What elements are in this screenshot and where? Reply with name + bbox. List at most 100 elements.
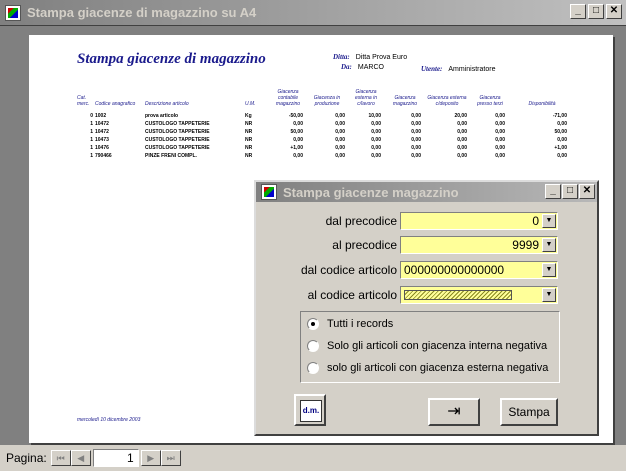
table-row: 1 790466 PINZE FRENI COMPL. NR 0,00 0,00 0,00 0… [77,153,577,161]
table-row: 1 10473 CUSTOLOGO TAPPETERIE NR 0,00 0,00 0,00… [77,137,577,145]
next-page-button[interactable]: ▶ [140,450,161,466]
col-header: Descrizione articolo [145,101,189,107]
first-page-button[interactable]: ⏮ [50,450,71,466]
chevron-down-icon[interactable]: ▼ [542,214,556,228]
table-cell: 0,00 [411,137,421,143]
da-value: MARCO [357,64,384,71]
table-cell: 790466 [95,153,112,159]
col-header: Giacenza contabile magazzino [275,89,301,107]
table-cell: 0 [90,113,93,119]
table-cell: 0,00 [495,121,505,127]
chevron-down-icon[interactable]: ▼ [542,238,556,252]
table-cell: 0,00 [457,137,467,143]
table-cell: 10472 [95,121,109,127]
dm-logo-button[interactable]: d.m. [294,394,326,426]
table-cell: 0,00 [457,121,467,127]
table-cell: NR [245,121,253,127]
table-cell: Kg [245,113,252,119]
table-cell: NR [245,145,253,151]
table-cell: 1002 [95,113,107,119]
table-cell: 0,00 [371,121,381,127]
chevron-down-icon[interactable]: ▼ [542,288,556,302]
table-cell: 0,00 [557,121,567,127]
table-cell: 1 [90,129,93,135]
dm-logo-icon: d.m. [300,400,322,422]
al-precodice-label: al precodice [332,238,397,252]
radio-unchecked-icon[interactable] [307,340,319,352]
table-cell: 1 [90,137,93,143]
maximize-button[interactable]: □ [588,4,604,19]
ditta-label: Ditta: [333,53,350,61]
report-title: Stampa giacenze di magazzino [77,51,266,67]
table-row: 1 10472 CUSTOLOGO TAPPETERIE NR 50,00 0,00 0,0… [77,129,577,137]
table-cell: 0,00 [335,137,345,143]
print-dialog: Stampa giacenze magazzino _ □ ✕ dal prec… [254,180,599,436]
page-number-input[interactable]: 1 [92,449,139,467]
report-footer-date: mercoledì 10 dicembre 2003 [77,417,141,423]
option-all-records[interactable]: Tutti i records [307,316,393,332]
col-header: Giacenza presso terzi [477,95,503,107]
table-row: 1 10476 CUSTOLOGO TAPPETERIE NR +1,00 0,00 0,0… [77,145,577,153]
table-cell: 0,00 [293,153,303,159]
dialog-title: Stampa giacenze magazzino [283,184,459,200]
dal-codice-articolo-label: dal codice articolo [300,263,397,277]
radio-unchecked-icon[interactable] [307,362,319,374]
report-window-title: Stampa giacenze di magazzino su A4 [27,5,257,20]
al-codice-articolo-select[interactable]: ▼ [400,286,558,304]
minimize-button[interactable]: _ [570,4,586,19]
table-cell: 0,00 [457,145,467,151]
dal-codice-articolo-select[interactable]: 000000000000000 ▼ [400,261,558,279]
table-cell: 10473 [95,137,109,143]
col-header: Giacenza esterna c/deposito [427,95,467,107]
exit-button[interactable]: ⇥ [428,398,480,426]
report-rows: 0 1002 prova articolo Kg -50,00 0,00 10,00 0,00… [77,113,577,161]
table-cell: 0,00 [371,129,381,135]
chevron-down-icon[interactable]: ▼ [542,263,556,277]
table-cell: 0,00 [335,145,345,151]
table-cell: 1 [90,121,93,127]
col-header: U.M. [245,101,256,107]
dal-precodice-label: dal precodice [325,214,397,228]
table-cell: CUSTOLOGO TAPPETERIE [145,129,210,135]
print-button[interactable]: Stampa [500,398,558,426]
option-external-negative[interactable]: solo gli articoli con giacenza esterna n… [307,360,548,376]
table-cell: 20,00 [454,113,467,119]
table-cell: NR [245,137,253,143]
dialog-maximize-button[interactable]: □ [562,184,578,199]
app-icon [5,4,21,21]
table-cell: NR [245,153,253,159]
dialog-minimize-button[interactable]: _ [545,184,561,199]
table-cell: 0,00 [557,153,567,159]
al-precodice-select[interactable]: 9999 ▼ [400,236,558,254]
table-cell: 0,00 [335,129,345,135]
dal-precodice-select[interactable]: 0 ▼ [400,212,558,230]
table-cell: +1,00 [554,145,567,151]
option-internal-negative[interactable]: Solo gli articoli con giacenza interna n… [307,338,547,354]
table-cell: 0,00 [371,137,381,143]
dialog-close-button[interactable]: ✕ [579,184,595,199]
radio-checked-icon[interactable] [307,318,319,330]
status-bar: Pagina: ⏮ ◀ 1 ▶ ⏭ [0,445,626,471]
table-cell: -71,00 [552,113,567,119]
prev-page-button[interactable]: ◀ [70,450,91,466]
table-cell: 0,00 [495,153,505,159]
close-button[interactable]: ✕ [606,4,622,19]
page-label: Pagina: [6,451,47,465]
utente-label: Utente: [421,65,443,73]
table-row: 0 1002 prova articolo Kg -50,00 0,00 10,00 0,00… [77,113,577,121]
dialog-titlebar: Stampa giacenze magazzino _ □ ✕ [256,182,597,202]
table-cell: prova articolo [145,113,179,119]
table-cell: 0,00 [457,129,467,135]
col-header: Cat. merc. [77,95,90,107]
table-cell: 0,00 [495,137,505,143]
table-cell: 0,00 [411,153,421,159]
table-cell: 50,00 [290,129,303,135]
table-cell: 0,00 [411,121,421,127]
last-page-button[interactable]: ⏭ [160,450,181,466]
ditta-value: Ditta Prova Euro [355,54,408,61]
report-column-headers: Cat. merc. Codice anagrafico Descrizione… [77,79,577,109]
table-cell: 10,00 [368,113,381,119]
table-cell: 0,00 [457,153,467,159]
table-cell: NR [245,129,253,135]
table-cell: 0,00 [411,129,421,135]
